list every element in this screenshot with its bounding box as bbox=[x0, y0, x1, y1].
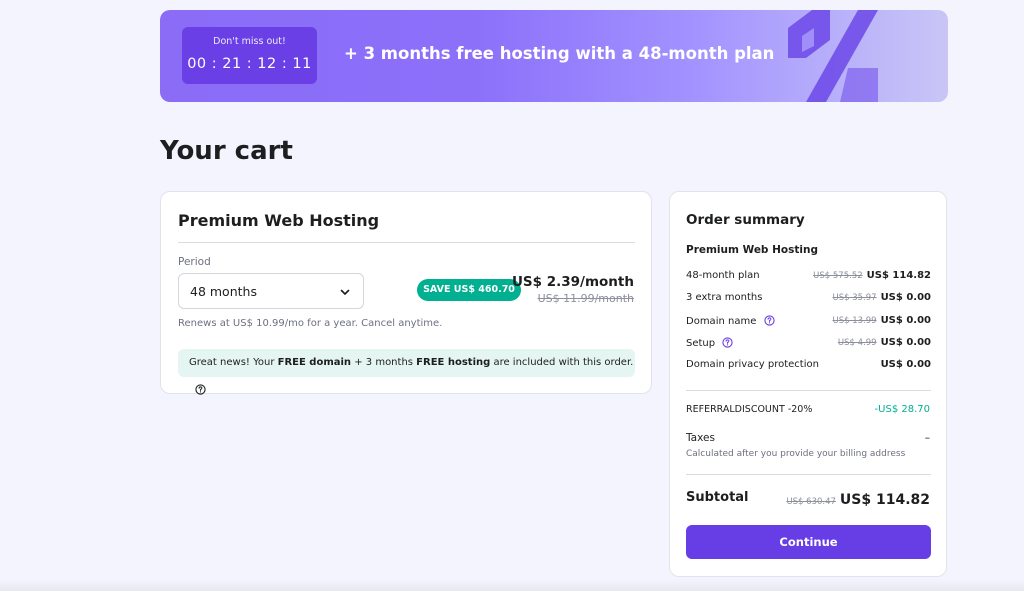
line-old-price: US$ 4.99 bbox=[837, 338, 877, 348]
line-label-text: Domain name bbox=[686, 316, 757, 327]
line-label-text: Setup bbox=[686, 338, 716, 349]
price-per-month: US$ 2.39/month bbox=[511, 274, 634, 290]
line-old-price: US$ 35.97 bbox=[832, 293, 877, 303]
order-summary-card: Order summary Premium Web Hosting 48-mon… bbox=[669, 191, 947, 577]
period-value: 48 months bbox=[190, 284, 257, 299]
question-circle-icon[interactable] bbox=[722, 337, 733, 348]
line-label: 48-month plan bbox=[686, 270, 760, 281]
countdown-box: Don't miss out! 00 : 21 : 12 : 11 bbox=[182, 27, 317, 84]
subtotal-amount: US$ 630.47 US$ 114.82 bbox=[786, 489, 930, 508]
summary-line-plan: 48-month plan US$ 575.52 US$ 114.82 bbox=[686, 270, 931, 286]
chevron-down-icon bbox=[340, 289, 350, 295]
line-new-price: US$ 0.00 bbox=[880, 292, 931, 303]
renew-note: Renews at US$ 10.99/mo for a year. Cance… bbox=[178, 318, 443, 329]
summary-title: Order summary bbox=[686, 212, 805, 228]
taxes-value: – bbox=[924, 432, 930, 444]
summary-product: Premium Web Hosting bbox=[686, 244, 818, 256]
question-circle-icon[interactable] bbox=[195, 384, 206, 395]
info-text-2: + 3 months bbox=[351, 357, 417, 368]
discount-value: -US$ 28.70 bbox=[874, 404, 930, 415]
continue-button[interactable]: Continue bbox=[686, 525, 931, 559]
summary-line-domain: Domain name US$ 13.99 US$ 0.00 bbox=[686, 315, 931, 331]
period-label: Period bbox=[178, 256, 211, 268]
page-bottom-shadow bbox=[0, 579, 1024, 591]
summary-line-setup: Setup US$ 4.99 US$ 0.00 bbox=[686, 337, 931, 353]
promo-text: + 3 months free hosting with a 48-month … bbox=[344, 44, 775, 63]
countdown-label: Don't miss out! bbox=[213, 36, 286, 47]
promo-banner: Don't miss out! 00 : 21 : 12 : 11 + 3 mo… bbox=[160, 10, 948, 102]
percent-icon bbox=[788, 10, 878, 102]
summary-line-privacy: Domain privacy protection US$ 0.00 bbox=[686, 359, 931, 375]
included-info-banner: Great news! Your FREE domain + 3 months … bbox=[178, 349, 635, 395]
line-new-price: US$ 0.00 bbox=[880, 337, 931, 348]
product-name: Premium Web Hosting bbox=[178, 211, 380, 230]
line-new-price: US$ 0.00 bbox=[880, 359, 931, 370]
divider bbox=[686, 474, 931, 475]
question-circle-icon[interactable] bbox=[763, 315, 775, 326]
line-old-price: US$ 575.52 bbox=[813, 271, 863, 281]
info-text-3: are included with this order. bbox=[490, 357, 634, 368]
price-old: US$ 11.99/month bbox=[537, 292, 634, 305]
line-label: Domain privacy protection bbox=[686, 359, 819, 370]
line-label: Setup bbox=[686, 337, 733, 349]
info-bold-domain: FREE domain bbox=[277, 357, 352, 368]
countdown-timer: 00 : 21 : 12 : 11 bbox=[187, 56, 312, 72]
subtotal-old: US$ 630.47 bbox=[786, 497, 836, 507]
subtotal-label: Subtotal bbox=[686, 490, 749, 505]
line-label: Domain name bbox=[686, 315, 775, 327]
taxes-note: Calculated after you provide your billin… bbox=[686, 449, 906, 459]
subtotal-new: US$ 114.82 bbox=[839, 492, 930, 508]
line-new-price: US$ 114.82 bbox=[866, 270, 931, 281]
summary-line-extra-months: 3 extra months US$ 35.97 US$ 0.00 bbox=[686, 292, 931, 308]
period-select[interactable]: 48 months bbox=[178, 273, 364, 309]
cart-item-card: Premium Web Hosting Period 48 months SAV… bbox=[160, 191, 652, 395]
info-text-1: Great news! Your bbox=[189, 357, 278, 368]
line-new-price: US$ 0.00 bbox=[880, 315, 931, 326]
line-old-price: US$ 13.99 bbox=[832, 316, 877, 326]
line-label: 3 extra months bbox=[686, 292, 763, 303]
page-title: Your cart bbox=[160, 136, 293, 166]
discount-label: REFERRALDISCOUNT -20% bbox=[686, 404, 813, 415]
divider bbox=[686, 390, 931, 391]
save-badge: SAVE US$ 460.70 bbox=[417, 279, 521, 301]
divider bbox=[178, 242, 635, 243]
info-bold-hosting: FREE hosting bbox=[416, 357, 491, 368]
taxes-label: Taxes bbox=[686, 432, 715, 444]
